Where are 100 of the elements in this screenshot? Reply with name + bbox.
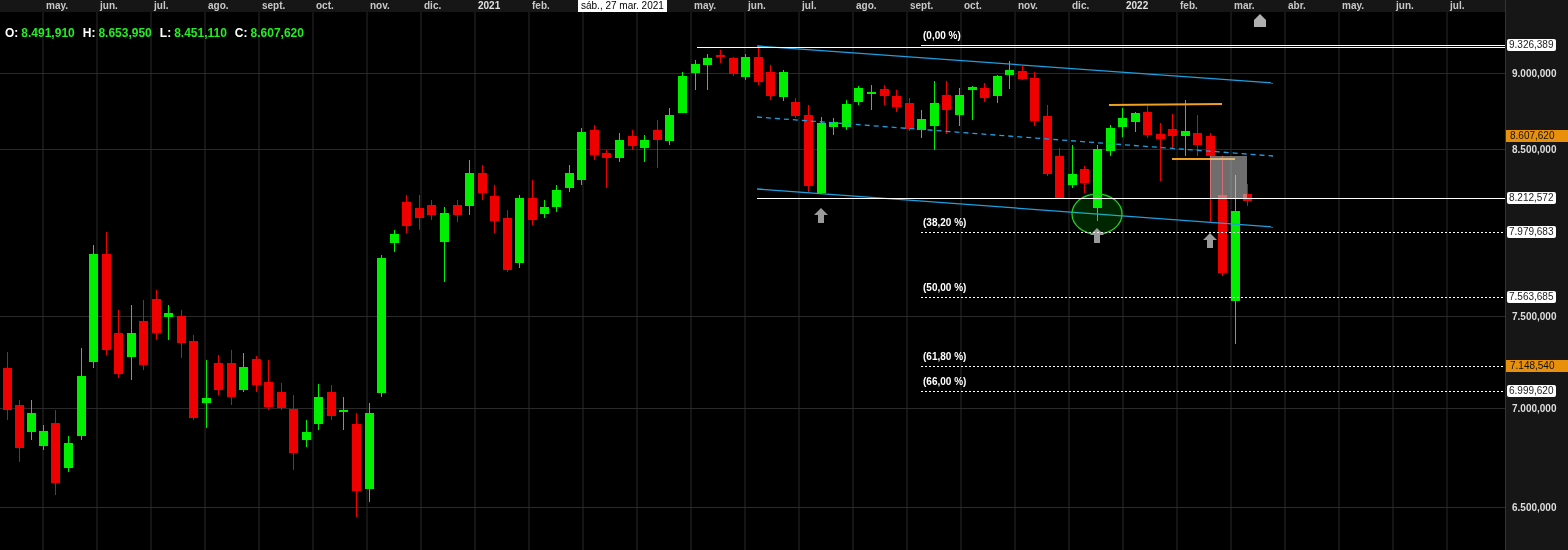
candlestick [415,194,424,231]
fibonacci-label: (0,00 %) [923,30,961,42]
date-label: oct. [316,0,334,12]
highlight-rectangle [1210,156,1247,198]
candlestick [214,354,223,396]
price-tick-label: 7.500,000 [1512,311,1557,323]
date-label: feb. [1180,0,1198,12]
candlestick [716,49,725,64]
candlestick [741,53,750,81]
date-label: jun. [1396,0,1414,12]
candlestick [465,159,474,216]
candlestick [577,127,586,186]
price-tick-label: 9.000,000 [1512,68,1557,80]
date-label: may. [1342,0,1365,12]
candlestick [993,74,1002,104]
up-arrow-icon [1090,228,1104,243]
date-label: dic. [424,0,442,12]
candlestick [390,229,399,253]
ohlc-value: 8.491,910 [21,25,75,42]
resistance-line [1171,158,1236,160]
candlestick [691,59,700,91]
candlestick [1118,107,1127,138]
candlestick [905,97,914,132]
candlestick [402,194,411,234]
candlestick [602,149,611,189]
fibonacci-label: (38,20 %) [923,217,967,229]
price-tick-label: 8.500,000 [1512,144,1557,156]
candlestick [653,119,662,169]
candlestick [1068,144,1077,189]
ohlc-label: O: [5,25,19,42]
date-label: jun. [100,0,118,12]
date-label: nov. [1018,0,1038,12]
date-label: oct. [964,0,982,12]
date-label: sept. [910,0,934,12]
candlestick [1181,99,1190,157]
candlestick [1168,113,1177,150]
date-label: 2021 [478,0,501,12]
candlestick [615,132,624,163]
candlestick [892,89,901,113]
candlestick [252,355,261,393]
fibonacci-label: (61,80 %) [923,351,967,363]
candlestick [1080,165,1089,194]
candlestick [202,359,211,429]
candlestick [1193,114,1202,157]
candlestick [942,80,951,135]
last-price-tag: 8.607,620 [1506,130,1568,142]
candlestick [766,64,775,101]
ohlc-value: 8.607,620 [250,25,304,42]
candlestick [1030,71,1039,127]
candlestick [152,289,161,341]
date-label: jul. [802,0,817,12]
date-label: sept. [262,0,286,12]
fibonacci-label: (50,00 %) [923,282,967,294]
candlestick [917,109,926,139]
candlestick [628,129,637,151]
candlestick [829,117,838,136]
candlestick [277,382,286,411]
candlestick [302,419,311,448]
house-marker-icon [1254,14,1266,27]
price-tag: 8.212,572 [1507,192,1556,204]
candlestick [264,359,273,411]
circle-marker [1071,193,1123,235]
candlestick [427,199,436,221]
candlestick [678,71,687,114]
date-label: nov. [370,0,390,12]
candlestick [239,352,248,393]
date-label: jun. [748,0,766,12]
date-label: ago. [208,0,229,12]
candlestick [227,349,236,406]
candlestick [729,56,738,77]
candlestick [1143,105,1152,139]
candlestick [665,107,674,146]
candlestick [980,82,989,103]
candlestick [930,80,939,151]
candlestick [15,399,24,463]
date-label: feb. [532,0,550,12]
candlestick [327,384,336,421]
candlestick [453,199,462,223]
candlestick [503,209,512,273]
price-tag: 6.999,620 [1507,385,1556,397]
candlestick [177,309,186,359]
date-label: dic. [1072,0,1090,12]
candlestick [1055,147,1064,199]
candlestick [552,184,561,213]
candlestick [114,309,123,379]
candlestick [490,184,499,234]
candlestick [867,84,876,111]
price-tag: 9.326,389 [1507,39,1556,51]
candlestick [842,99,851,131]
date-label: abr. [1288,0,1306,12]
up-arrow-icon [814,208,828,223]
candlestick [39,424,48,451]
date-label: jul. [154,0,169,12]
candlestick [1005,60,1014,90]
candlestick [1156,122,1165,182]
candlestick [880,84,889,106]
candlestick [565,164,574,193]
candlestick [590,124,599,161]
candlestick [3,351,12,421]
candlestick [139,299,148,371]
